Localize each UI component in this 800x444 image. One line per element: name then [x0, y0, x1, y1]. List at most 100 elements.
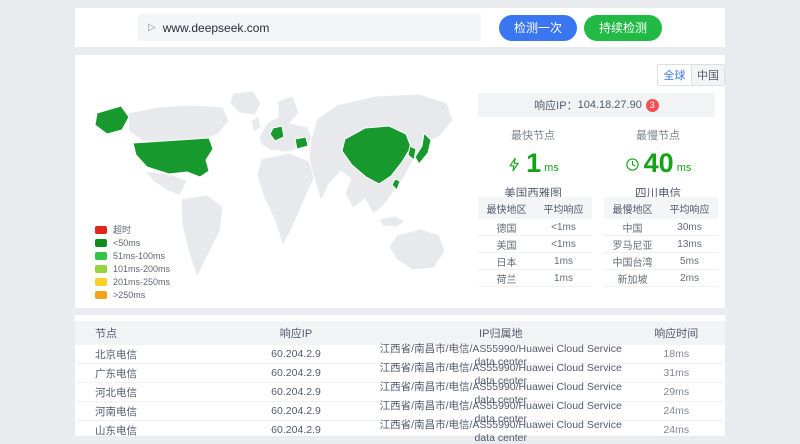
- legend-item: >250ms: [95, 288, 170, 301]
- region-avg-response: 2ms: [661, 273, 718, 284]
- map-region-indonesia: [379, 216, 405, 227]
- col-header-ip-location: IP归属地: [374, 325, 628, 341]
- node-response-time: 24ms: [628, 405, 726, 417]
- fastest-region-row: 美国 <1ms: [478, 236, 592, 253]
- fastest-node-value: 1: [526, 150, 541, 177]
- slowest-region-row: 中国台湾 5ms: [604, 253, 718, 270]
- legend-label: 超时: [113, 223, 131, 236]
- slowest-region-row: 中国 30ms: [604, 219, 718, 236]
- map-country-south-america: [181, 195, 223, 277]
- results-panel: 超时 <50ms 51ms-100ms 101ms-200ms 201ms-25…: [75, 55, 725, 308]
- response-ip-bar: 响应IP： 104.18.27.90 3: [478, 93, 715, 117]
- region-avg-response: <1ms: [535, 222, 592, 233]
- map-country-africa: [257, 153, 315, 246]
- search-toolbar: ▷ www.deepseek.com 检测一次 持续检测: [75, 8, 725, 47]
- response-ip-label: 响应IP：: [534, 97, 577, 113]
- map-country-alaska: [95, 106, 129, 134]
- slowest-node-stat: 最慢节点 40 ms 四川电信: [598, 127, 718, 201]
- node-response-time: 31ms: [628, 367, 726, 379]
- legend-label: 51ms-100ms: [113, 251, 165, 261]
- slowest-region-col-header: 最慢地区: [604, 201, 661, 216]
- node-name: 山东电信: [75, 423, 218, 438]
- slowest-node-unit: ms: [677, 162, 692, 174]
- node-name: 河北电信: [75, 385, 218, 400]
- response-ip-value: 104.18.27.90: [578, 99, 642, 111]
- node-response-ip: 60.204.2.9: [218, 348, 374, 360]
- play-icon: ▷: [148, 22, 156, 33]
- legend-color-chip: [95, 226, 107, 234]
- fastest-region-row: 荷兰 1ms: [478, 270, 592, 287]
- region-name: 罗马尼亚: [604, 237, 661, 252]
- clock-icon: [625, 157, 640, 172]
- node-name: 河南电信: [75, 404, 218, 419]
- node-response-ip: 60.204.2.9: [218, 386, 374, 398]
- legend-item: 超时: [95, 223, 170, 236]
- node-results-table: 节点 响应IP IP归属地 响应时间 北京电信 60.204.2.9 江西省/南…: [75, 315, 725, 436]
- legend-item: 101ms-200ms: [95, 262, 170, 275]
- map-country-romania: [295, 137, 308, 149]
- scope-tabs: 全球 中国: [657, 64, 725, 86]
- legend-color-chip: [95, 252, 107, 260]
- node-response-ip: 60.204.2.9: [218, 405, 374, 417]
- region-avg-response: 1ms: [535, 273, 592, 284]
- map-country-mexico: [145, 171, 187, 195]
- map-country-uk: [251, 116, 261, 132]
- fastest-node-title: 最快节点: [473, 127, 593, 143]
- node-name: 北京电信: [75, 347, 218, 362]
- map-country-greenland: [230, 91, 261, 115]
- ip-count-badge[interactable]: 3: [646, 99, 659, 112]
- region-name: 中国: [604, 220, 661, 235]
- fastest-node-stat: 最快节点 1 ms 美国西雅图: [473, 127, 593, 201]
- legend-label: 201ms-250ms: [113, 277, 170, 287]
- url-input-value: www.deepseek.com: [163, 21, 270, 35]
- lightning-icon: [507, 157, 522, 172]
- url-input[interactable]: ▷ www.deepseek.com: [138, 14, 481, 41]
- region-avg-response: 30ms: [661, 222, 718, 233]
- fastest-regions-header: 最快地区 平均响应: [478, 197, 592, 219]
- col-header-response-time: 响应时间: [628, 325, 726, 341]
- fastest-node-unit: ms: [544, 162, 559, 174]
- col-header-response-ip: 响应IP: [218, 325, 374, 341]
- fastest-region-col-header: 最快地区: [478, 201, 535, 216]
- node-response-ip: 60.204.2.9: [218, 367, 374, 379]
- region-name: 德国: [478, 220, 535, 235]
- legend-label: >250ms: [113, 290, 145, 300]
- legend-color-chip: [95, 239, 107, 247]
- node-response-ip: 60.204.2.9: [218, 424, 374, 436]
- slowest-avg-col-header: 平均响应: [661, 201, 718, 216]
- check-once-button[interactable]: 检测一次: [499, 15, 577, 41]
- tab-global[interactable]: 全球: [658, 65, 691, 85]
- legend-label: 101ms-200ms: [113, 264, 170, 274]
- region-avg-response: <1ms: [535, 239, 592, 250]
- legend-label: <50ms: [113, 238, 140, 248]
- legend-color-chip: [95, 265, 107, 273]
- node-response-time: 18ms: [628, 348, 726, 360]
- region-name: 新加坡: [604, 271, 661, 286]
- slowest-region-row: 罗马尼亚 13ms: [604, 236, 718, 253]
- region-avg-response: 1ms: [535, 256, 592, 267]
- tab-china[interactable]: 中国: [691, 65, 724, 85]
- map-country-australia: [389, 229, 445, 270]
- slowest-region-row: 新加坡 2ms: [604, 270, 718, 287]
- node-name: 广东电信: [75, 366, 218, 381]
- legend-item: 51ms-100ms: [95, 249, 170, 262]
- fastest-avg-col-header: 平均响应: [535, 201, 592, 216]
- slowest-regions-table: 最慢地区 平均响应 中国 30ms 罗马尼亚 13ms 中国台湾 5ms: [604, 197, 718, 287]
- slowest-regions-header: 最慢地区 平均响应: [604, 197, 718, 219]
- fastest-region-row: 德国 <1ms: [478, 219, 592, 236]
- region-name: 中国台湾: [604, 254, 661, 269]
- region-name: 荷兰: [478, 271, 535, 286]
- node-response-time: 24ms: [628, 424, 726, 436]
- slowest-node-value: 40: [644, 150, 674, 177]
- node-response-time: 29ms: [628, 386, 726, 398]
- legend-item: 201ms-250ms: [95, 275, 170, 288]
- continuous-check-button[interactable]: 持续检测: [584, 15, 662, 41]
- col-header-node: 节点: [75, 325, 218, 341]
- region-name: 美国: [478, 237, 535, 252]
- node-table-row: 山东电信 60.204.2.9 江西省/南昌市/电信/AS55990/Huawe…: [75, 421, 725, 440]
- map-legend: 超时 <50ms 51ms-100ms 101ms-200ms 201ms-25…: [95, 223, 170, 301]
- region-avg-response: 13ms: [661, 239, 718, 250]
- fastest-region-row: 日本 1ms: [478, 253, 592, 270]
- legend-color-chip: [95, 291, 107, 299]
- map-country-canada: [128, 105, 229, 143]
